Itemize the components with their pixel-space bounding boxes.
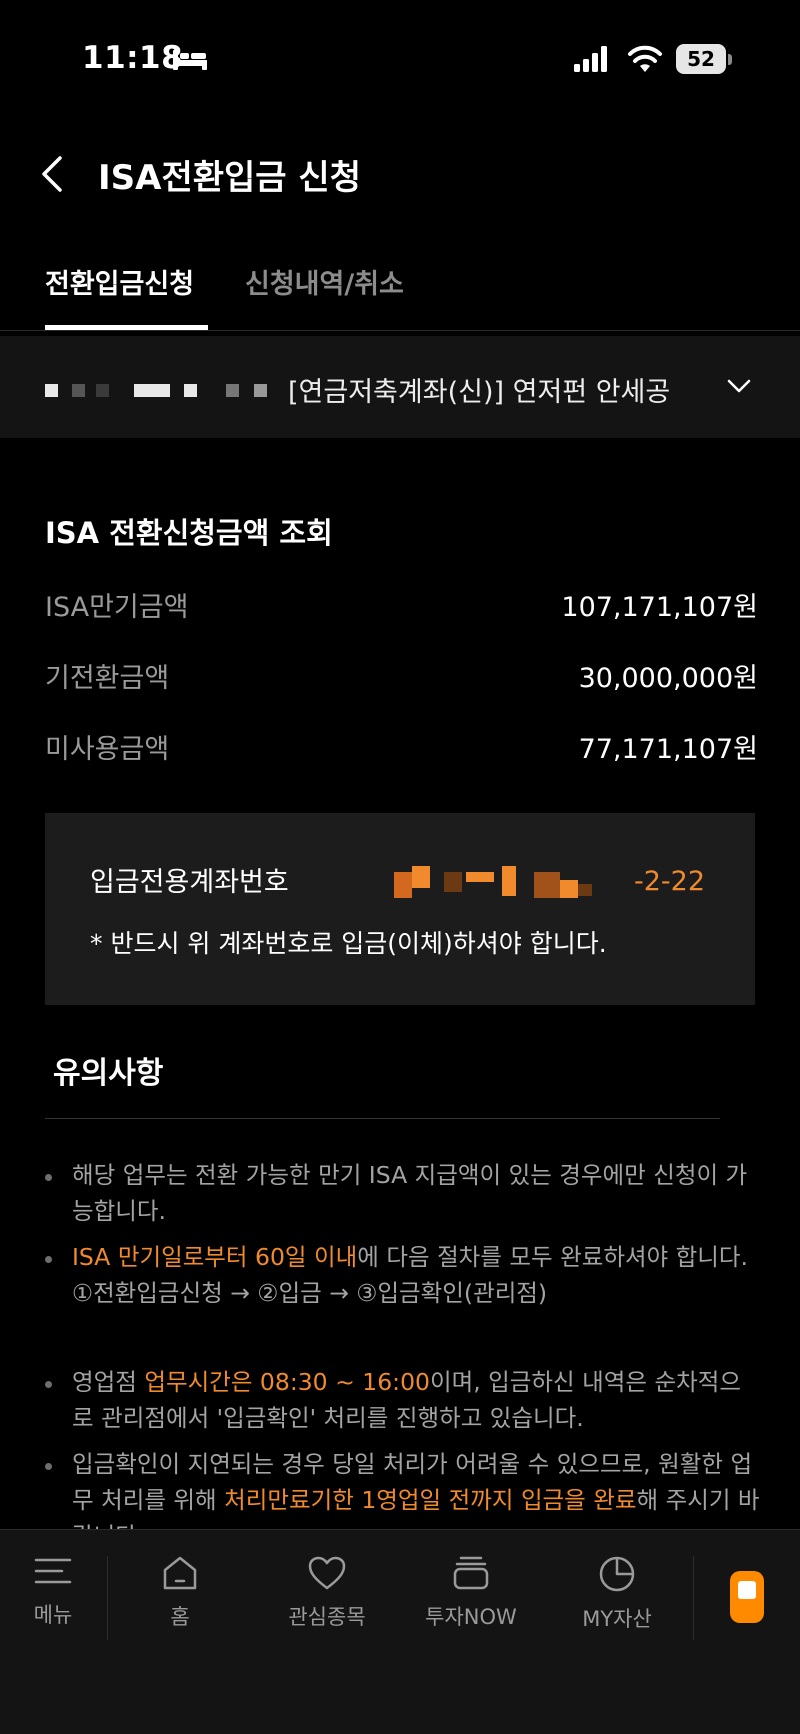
nav-watchlist[interactable]: 관심종목 — [262, 1555, 392, 1631]
converted-amount-value: 30,000,000원 — [578, 663, 758, 694]
nav-separator-right — [693, 1556, 694, 1640]
chat-icon-screen — [738, 1581, 756, 1599]
bullet-3 — [45, 1381, 52, 1388]
menu-icon — [34, 1558, 72, 1584]
isa-maturity-amount-value: 107,171,107원 — [561, 592, 758, 623]
nav-my-assets[interactable]: MY자산 — [552, 1555, 682, 1633]
tab-divider — [0, 330, 800, 331]
battery-nub — [728, 54, 732, 65]
battery-icon: 52 — [676, 44, 726, 74]
page-title: ISA전환입금 신청 — [98, 158, 361, 198]
summary-title: ISA 전환신청금액 조회 — [45, 516, 333, 550]
nav-separator-left — [107, 1556, 108, 1640]
nav-menu[interactable]: 메뉴 — [0, 1555, 118, 1629]
isa-maturity-amount-label: ISA만기금액 — [45, 592, 189, 623]
heart-icon — [308, 1556, 346, 1590]
back-arrow-icon[interactable] — [38, 154, 66, 194]
nav-menu-label: 메뉴 — [33, 1603, 73, 1627]
nav-watchlist-label: 관심종목 — [288, 1605, 366, 1629]
sleep-mode-icon — [173, 50, 207, 70]
cellular-signal-icon — [574, 46, 607, 72]
nav-home[interactable]: 홈 — [115, 1555, 245, 1631]
deposit-account-suffix: -2-22 — [634, 866, 706, 897]
note-item-3: 영업점 업무시간은 08:30 ~ 16:00이며, 입금하신 내역은 순차적으… — [72, 1368, 741, 1432]
nav-my-assets-label: MY자산 — [582, 1607, 652, 1631]
nav-invest-now[interactable]: 투자NOW — [406, 1555, 536, 1631]
note-item-1: 해당 업무는 전환 가능한 만기 ISA 지급액이 있는 경우에만 신청이 가능… — [72, 1161, 748, 1225]
converted-amount-label: 기전환금액 — [45, 663, 170, 694]
deposit-account-note: * 반드시 위 계좌번호로 입금(이체)하셔야 합니다. — [90, 929, 607, 958]
chevron-down-icon[interactable] — [726, 376, 752, 396]
tab-history-cancel[interactable]: 신청내역/취소 — [245, 262, 404, 301]
deposit-account-box — [45, 813, 755, 1005]
tab-conversion-deposit[interactable]: 전환입금신청 — [45, 262, 194, 301]
unused-amount-label: 미사용금액 — [45, 734, 170, 765]
stack-icon — [453, 1556, 489, 1590]
bullet-1 — [45, 1174, 52, 1181]
notes-divider — [45, 1118, 720, 1119]
wifi-icon — [628, 45, 662, 72]
nav-home-label: 홈 — [170, 1605, 190, 1629]
account-name: [연금저축계좌(신)] 연저펀 안세공 — [288, 377, 671, 408]
deposit-account-title: 입금전용계좌번호 — [90, 867, 289, 898]
notes-title: 유의사항 — [53, 1056, 164, 1091]
bullet-2 — [45, 1256, 52, 1263]
unused-amount-value: 77,171,107원 — [578, 734, 758, 765]
pie-chart-icon — [599, 1556, 635, 1592]
chat-icon[interactable] — [730, 1571, 764, 1623]
home-icon — [163, 1556, 197, 1590]
nav-invest-now-label: 투자NOW — [425, 1605, 517, 1629]
bullet-4 — [45, 1463, 52, 1470]
status-time: 11:18 — [82, 40, 184, 76]
note-item-2: ISA 만기일로부터 60일 이내에 다음 절차를 모두 완료하셔야 합니다. ①… — [72, 1243, 749, 1307]
